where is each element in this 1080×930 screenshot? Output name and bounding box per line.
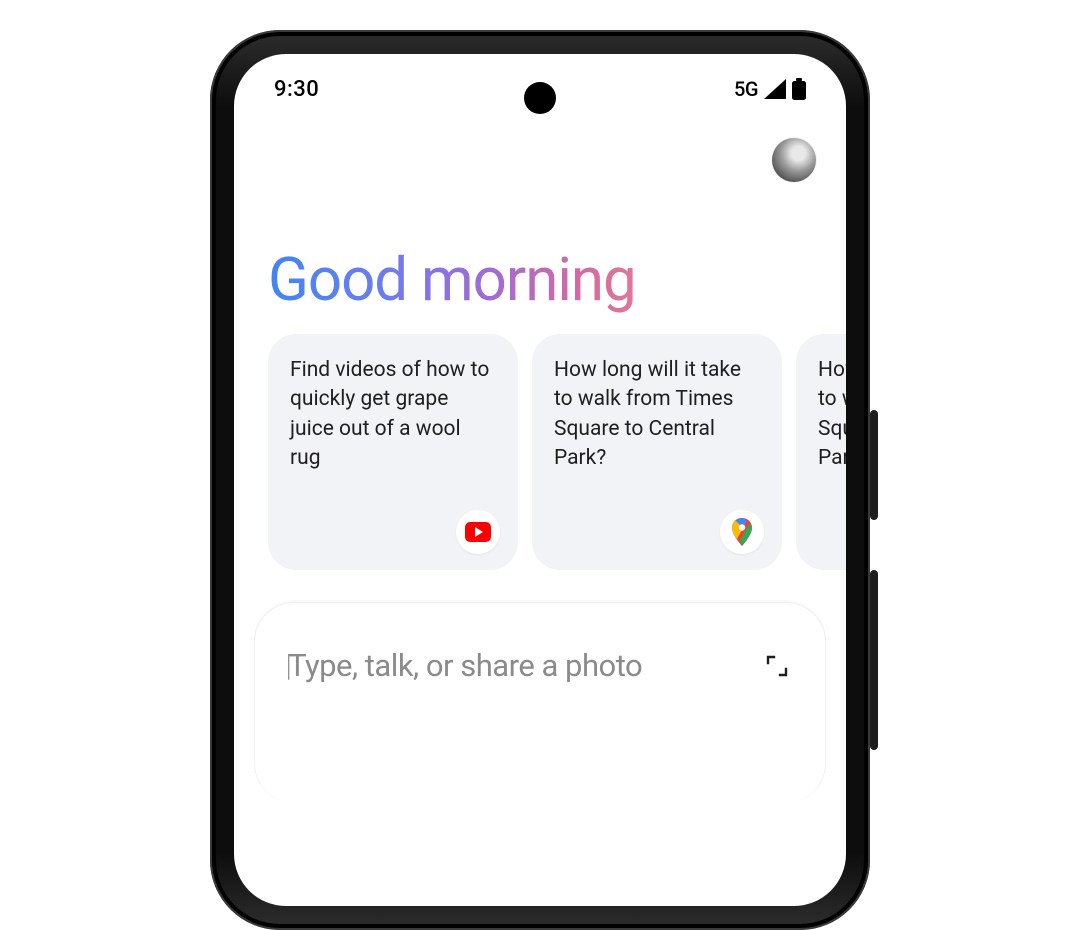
maps-icon [720, 510, 764, 554]
signal-icon [764, 79, 786, 99]
suggestion-text: How long will it take to walk from Times… [554, 358, 741, 470]
suggestion-card[interactable]: Find videos of how to quickly get grape … [268, 334, 518, 570]
input-bar[interactable]: |Type, talk, or share a photo [254, 602, 826, 803]
suggestion-card[interactable]: How long will it take to walk from Times… [796, 334, 846, 570]
expand-icon[interactable] [759, 648, 795, 684]
network-label: 5G [734, 77, 758, 101]
avatar[interactable] [772, 138, 816, 182]
phone-side-button [870, 570, 878, 750]
app-header [772, 138, 816, 182]
battery-icon [792, 78, 806, 100]
suggestion-cards-row[interactable]: Find videos of how to quickly get grape … [268, 334, 846, 570]
prompt-placeholder: Type, talk, or share a photo [288, 647, 642, 684]
status-right: 5G [734, 77, 806, 101]
status-bar: 9:30 5G [234, 54, 846, 124]
suggestion-text: How long will it take to walk from Times… [818, 358, 846, 470]
prompt-input[interactable]: |Type, talk, or share a photo [285, 647, 642, 684]
suggestion-card[interactable]: How long will it take to walk from Times… [532, 334, 782, 570]
text-cursor: | [287, 647, 291, 684]
greeting-title: Good morning [268, 244, 636, 315]
phone-frame: 9:30 5G Good morning [210, 30, 870, 930]
youtube-icon [456, 510, 500, 554]
phone-side-button [870, 410, 878, 520]
phone-bezel: 9:30 5G Good morning [216, 36, 864, 924]
suggestion-text: Find videos of how to quickly get grape … [290, 358, 489, 470]
phone-screen: 9:30 5G Good morning [234, 54, 846, 906]
status-time: 9:30 [274, 77, 319, 102]
